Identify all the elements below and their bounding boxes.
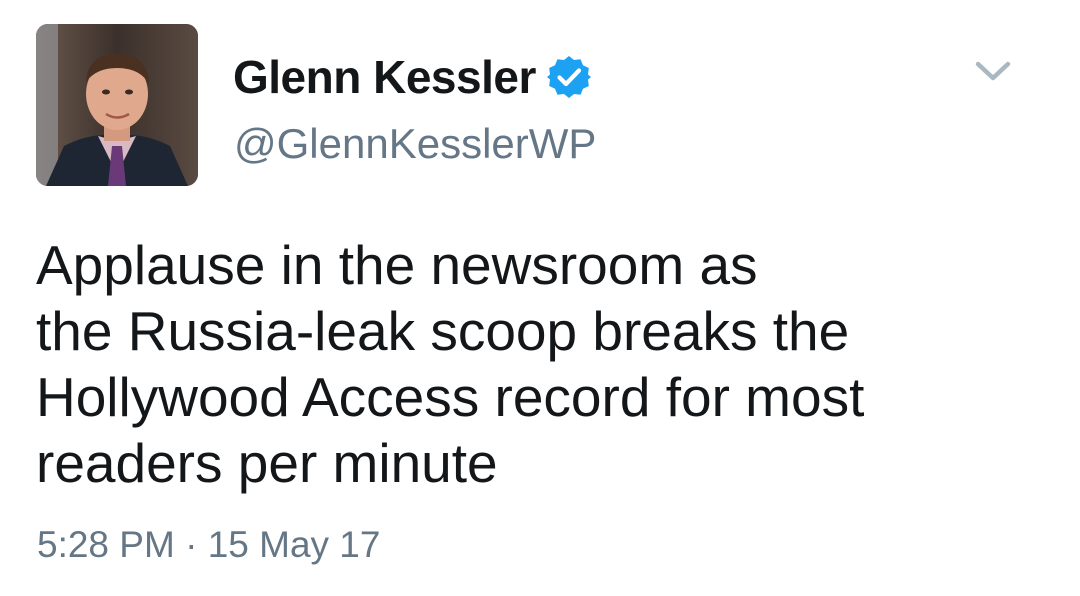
tweet-text-line: readers per minute — [36, 432, 498, 494]
chevron-down-icon[interactable] — [972, 52, 1014, 88]
verified-badge-icon — [546, 54, 592, 100]
tweet-time: 5:28 PM — [37, 524, 175, 565]
tweet-text: Applause in the newsroom as the Russia-l… — [36, 232, 1046, 496]
tweet-date: 15 May 17 — [207, 524, 381, 565]
tweet-text-line: the Russia-leak scoop breaks the — [36, 300, 850, 362]
avatar[interactable] — [36, 24, 198, 186]
tweet-text-line: Hollywood Access record for most — [36, 366, 865, 428]
author-handle[interactable]: @GlennKesslerWP — [234, 120, 596, 168]
profile-photo — [36, 24, 198, 186]
tweet-timestamp[interactable]: 5:28 PM · 15 May 17 — [37, 524, 380, 566]
tweet-text-line: Applause in the newsroom as — [36, 234, 758, 296]
meta-separator: · — [185, 524, 198, 565]
author-header[interactable]: Glenn Kessler — [233, 49, 592, 105]
display-name[interactable]: Glenn Kessler — [233, 50, 536, 104]
